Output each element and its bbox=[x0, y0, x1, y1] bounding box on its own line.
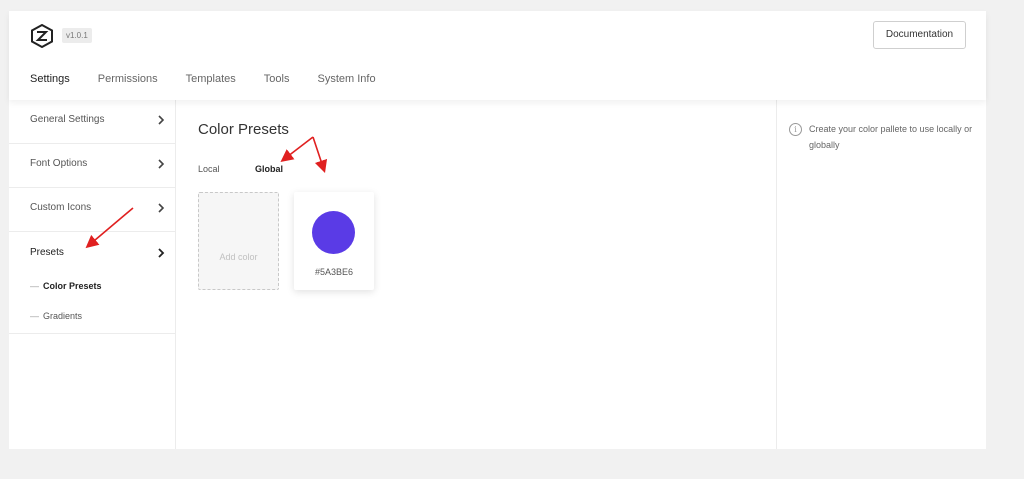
sidebar-subitem-label: Gradients bbox=[43, 311, 83, 321]
tab-templates[interactable]: Templates bbox=[186, 72, 236, 86]
sidebar-subitem-label: Color Presets bbox=[43, 281, 102, 291]
main-content: Color Presets Local Global Add color #5A… bbox=[177, 100, 777, 449]
tab-settings[interactable]: Settings bbox=[30, 72, 70, 86]
tab-global[interactable]: Global bbox=[255, 164, 283, 174]
tab-tools[interactable]: Tools bbox=[264, 72, 290, 86]
sidebar-subitem-color-presets[interactable]: — Color Presets bbox=[30, 281, 102, 291]
page-title: Color Presets bbox=[198, 121, 289, 138]
tab-system-info[interactable]: System Info bbox=[317, 72, 375, 86]
version-badge: v1.0.1 bbox=[62, 28, 92, 43]
color-swatch-card[interactable]: #5A3BE6 bbox=[294, 192, 374, 290]
sidebar-item-custom-icons[interactable]: Custom Icons bbox=[9, 188, 175, 232]
sidebar-item-general-settings[interactable]: General Settings bbox=[9, 100, 175, 144]
sidebar-item-label: Font Options bbox=[30, 158, 88, 169]
sidebar-subitem-gradients[interactable]: — Gradients bbox=[30, 311, 82, 321]
tab-local[interactable]: Local bbox=[198, 164, 220, 174]
sidebar-item-font-options[interactable]: Font Options bbox=[9, 144, 175, 188]
chevron-right-icon bbox=[158, 248, 165, 258]
main-nav: Settings Permissions Templates Tools Sys… bbox=[30, 72, 404, 86]
app-header: v1.0.1 Documentation Settings Permission… bbox=[9, 11, 986, 100]
sidebar-item-label: Custom Icons bbox=[30, 202, 92, 213]
settings-sidebar: General Settings Font Options Custom Ico… bbox=[9, 100, 176, 449]
sidebar-item-presets[interactable]: Presets — Color Presets — Gradients bbox=[9, 232, 175, 334]
chevron-right-icon bbox=[158, 115, 165, 125]
info-circle-icon: i bbox=[789, 123, 802, 136]
dash-icon: — bbox=[30, 311, 39, 321]
sidebar-item-label: Presets bbox=[30, 247, 64, 258]
info-text: Create your color pallete to use locally… bbox=[809, 124, 973, 150]
sidebar-item-label: General Settings bbox=[30, 114, 105, 125]
add-color-label: Add color bbox=[219, 252, 258, 262]
info-panel: i Create your color pallete to use local… bbox=[776, 100, 986, 449]
color-swatch bbox=[312, 211, 355, 254]
add-color-button[interactable]: Add color bbox=[198, 192, 279, 290]
documentation-button[interactable]: Documentation bbox=[873, 21, 966, 49]
chevron-right-icon bbox=[158, 203, 165, 213]
settings-app: v1.0.1 Documentation Settings Permission… bbox=[9, 11, 986, 449]
dash-icon: — bbox=[30, 281, 39, 291]
swatch-hex-value: #5A3BE6 bbox=[314, 267, 354, 277]
brand-logo-icon[interactable] bbox=[30, 24, 54, 48]
tab-permissions[interactable]: Permissions bbox=[98, 72, 158, 86]
chevron-right-icon bbox=[158, 159, 165, 169]
